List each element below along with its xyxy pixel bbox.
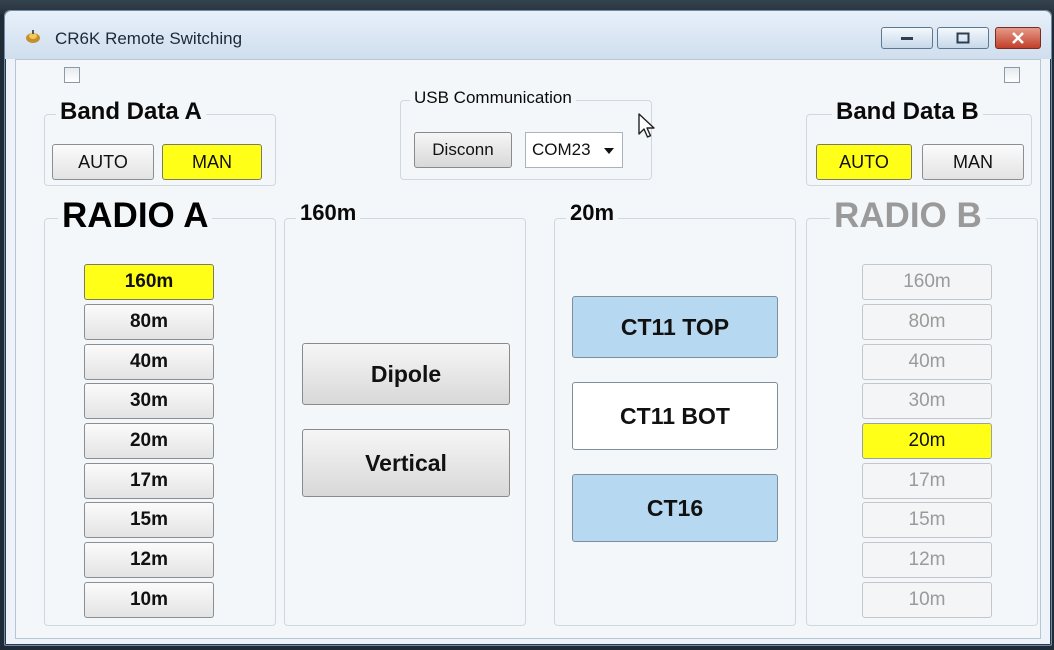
radio-a-band-12m[interactable]: 12m [84, 542, 214, 578]
client-area: Band Data A AUTO MAN USB Communication D… [15, 59, 1041, 639]
dipole-antenna-button[interactable]: Dipole [302, 343, 510, 405]
radio-b-band-15m[interactable]: 15m [862, 502, 992, 538]
mouse-cursor-icon [638, 113, 655, 138]
radio-b-band-10m[interactable]: 10m [862, 582, 992, 618]
dropdown-arrow-icon [604, 148, 614, 154]
radio-b-band-80m[interactable]: 80m [862, 304, 992, 340]
radio-b-label: RADIO B [830, 196, 986, 236]
app-window: CR6K Remote Switching Band Data A AUTO M… [4, 10, 1052, 646]
close-button[interactable] [995, 27, 1041, 49]
radio-b-band-20m[interactable]: 20m [862, 423, 992, 459]
radio-a-band-15m[interactable]: 15m [84, 502, 214, 538]
vertical-antenna-button[interactable]: Vertical [302, 429, 510, 497]
radio-b-band-40m[interactable]: 40m [862, 344, 992, 380]
usb-communication-label: USB Communication [410, 88, 576, 108]
maximize-icon [956, 32, 970, 44]
band-a-checkbox[interactable] [64, 67, 80, 83]
minimize-icon [901, 37, 913, 40]
radio-a-band-20m[interactable]: 20m [84, 423, 214, 459]
radio-a-band-17m[interactable]: 17m [84, 463, 214, 499]
minimize-button[interactable] [881, 27, 933, 49]
radio-a-label: RADIO A [58, 196, 213, 236]
ct11-top-antenna-button[interactable]: CT11 TOP [572, 296, 778, 358]
band-b-man-button[interactable]: MAN [922, 144, 1024, 180]
band-data-a-label: Band Data A [56, 98, 206, 126]
title-bar: CR6K Remote Switching [5, 11, 1051, 59]
radio-b-band-30m[interactable]: 30m [862, 383, 992, 419]
com-port-select[interactable]: COM23 [525, 132, 623, 168]
band-a-man-button[interactable]: MAN [162, 144, 262, 180]
radio-b-band-17m[interactable]: 17m [862, 463, 992, 499]
antenna-a-band-label: 160m [296, 200, 361, 226]
radio-a-band-30m[interactable]: 30m [84, 383, 214, 419]
app-icon [26, 30, 40, 43]
radio-a-band-80m[interactable]: 80m [84, 304, 214, 340]
antenna-a-group [284, 218, 526, 626]
radio-b-band-12m[interactable]: 12m [862, 542, 992, 578]
band-b-auto-button[interactable]: AUTO [816, 144, 912, 180]
radio-a-band-40m[interactable]: 40m [84, 344, 214, 380]
radio-a-band-10m[interactable]: 10m [84, 582, 214, 618]
band-a-auto-button[interactable]: AUTO [52, 144, 154, 180]
close-icon [1012, 32, 1024, 44]
maximize-button[interactable] [937, 27, 989, 49]
band-data-b-label: Band Data B [832, 98, 983, 126]
ct16-antenna-button[interactable]: CT16 [572, 474, 778, 542]
antenna-b-band-label: 20m [566, 200, 619, 226]
com-port-value: COM23 [532, 140, 591, 159]
window-title: CR6K Remote Switching [55, 29, 243, 48]
disconnect-button[interactable]: Disconn [414, 132, 512, 168]
ct11-bot-antenna-button[interactable]: CT11 BOT [572, 382, 778, 450]
band-b-checkbox[interactable] [1004, 67, 1020, 83]
radio-a-band-160m[interactable]: 160m [84, 264, 214, 300]
radio-b-band-160m[interactable]: 160m [862, 264, 992, 300]
